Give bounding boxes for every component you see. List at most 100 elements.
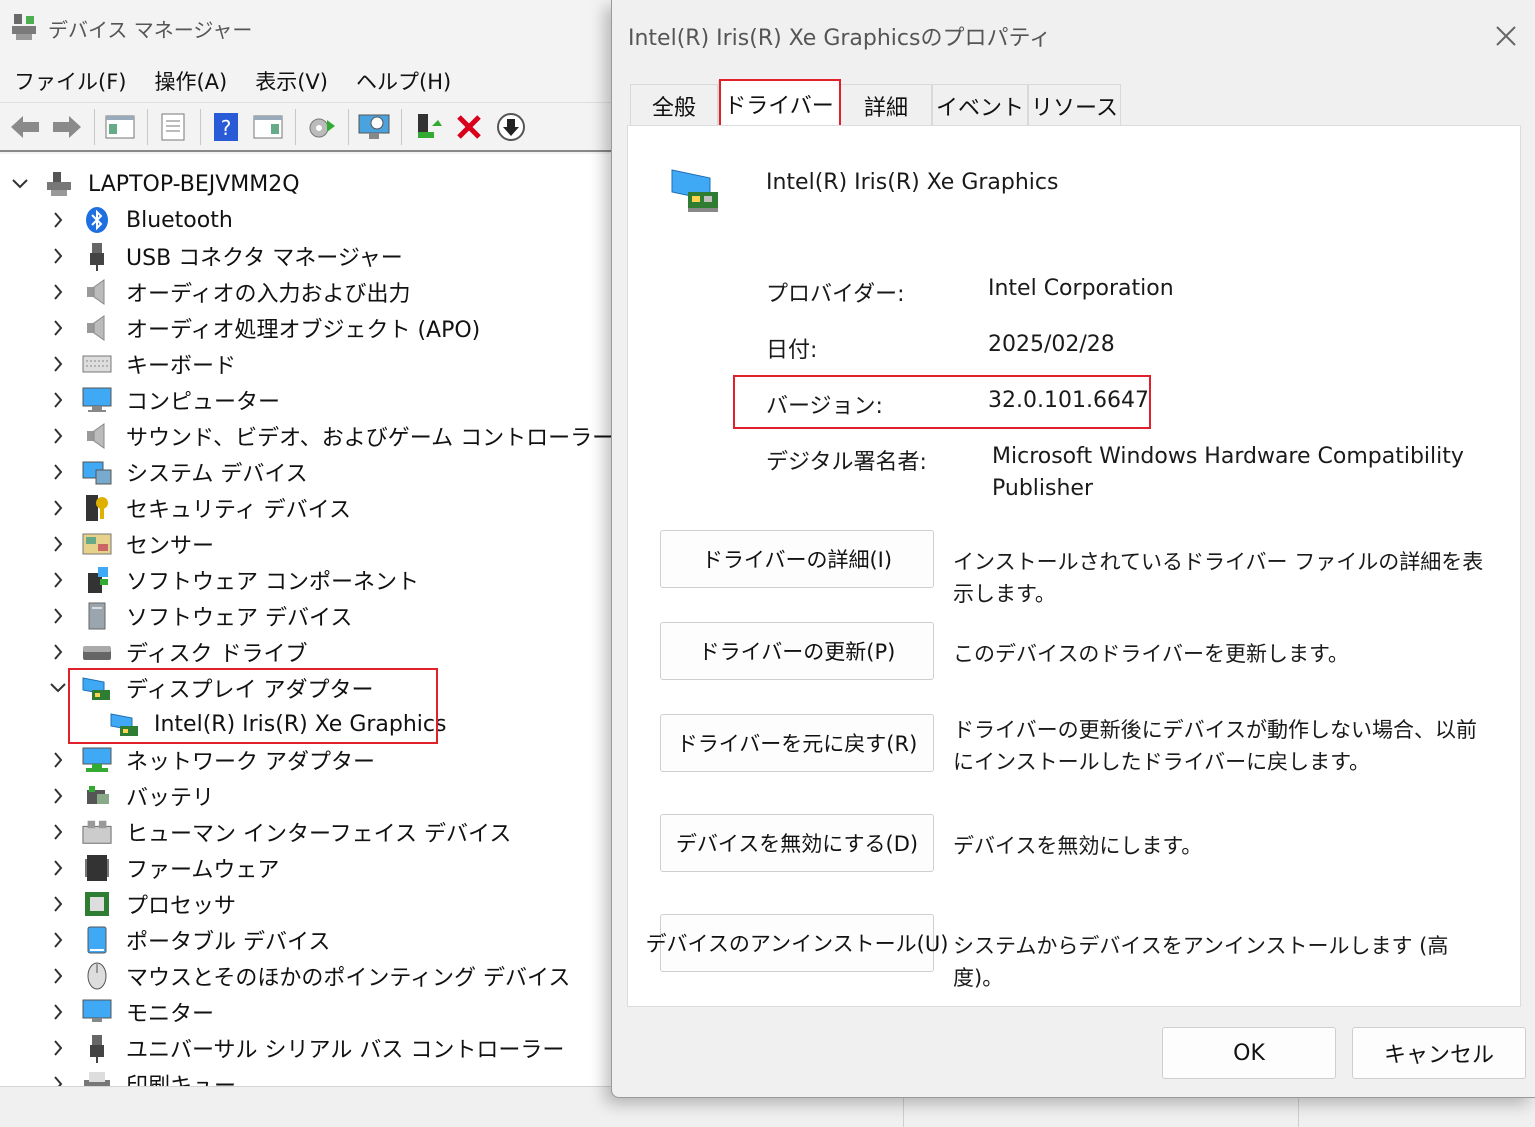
chevron-down-icon[interactable] (10, 174, 30, 194)
update-driver-button[interactable]: ドライバーの更新(P) (660, 622, 934, 680)
toolbar: ? (0, 102, 612, 152)
chevron-right-icon[interactable] (48, 426, 68, 446)
chevron-right-icon[interactable] (48, 462, 68, 482)
tree-item-label: ポータブル デバイス (126, 930, 331, 955)
help-icon[interactable]: ? (209, 110, 243, 144)
tree-item[interactable]: ポータブル デバイス (48, 922, 330, 958)
chevron-right-icon[interactable] (48, 1074, 68, 1086)
driver-tab-panel: Intel(R) Iris(R) Xe Graphics プロバイダー: Int… (627, 125, 1521, 1007)
chevron-right-icon[interactable] (48, 930, 68, 950)
uninstall-icon[interactable] (452, 110, 486, 144)
chevron-right-icon[interactable] (48, 786, 68, 806)
chevron-right-icon[interactable] (48, 894, 68, 914)
tree-item[interactable]: コンピューター (48, 382, 280, 418)
hid-icon (82, 817, 112, 847)
toolbar-separator (94, 108, 95, 145)
tree-item-label: オーディオ処理オブジェクト (APO) (126, 318, 481, 343)
chevron-right-icon[interactable] (48, 318, 68, 338)
back-icon[interactable] (8, 110, 42, 144)
signer-value-line2: Publisher (992, 476, 1093, 501)
tab-events[interactable]: イベント (932, 84, 1028, 126)
driver-details-button[interactable]: ドライバーの詳細(I) (660, 530, 934, 588)
tree-item[interactable]: サウンド、ビデオ、およびゲーム コントローラー (48, 418, 612, 454)
tab-general[interactable]: 全般 (630, 84, 718, 126)
uninstall-device-desc: システムからデバイスをアンインストールします (高度)。 (953, 934, 1449, 990)
tree-item[interactable]: センサー (48, 526, 214, 562)
chevron-right-icon[interactable] (48, 354, 68, 374)
chevron-right-icon[interactable] (48, 210, 68, 230)
tree-item[interactable]: セキュリティ デバイス (48, 490, 351, 526)
chevron-right-icon[interactable] (48, 1038, 68, 1058)
tree-item[interactable]: オーディオの入力および出力 (48, 274, 410, 310)
tree-item[interactable]: ネットワーク アダプター (48, 742, 375, 778)
tree-item[interactable]: システム デバイス (48, 454, 308, 490)
tree-item[interactable]: USB コネクタ マネージャー (48, 238, 403, 274)
tree-item-child[interactable]: Intel(R) Iris(R) Xe Graphics (96, 706, 446, 742)
rollback-driver-button[interactable]: ドライバーを元に戻す(R) (660, 714, 934, 772)
chevron-right-icon[interactable] (48, 570, 68, 590)
tree-item-label: コンピューター (126, 390, 281, 415)
tree-root[interactable]: LAPTOP-BEJVMM2Q (10, 166, 300, 202)
tree-item[interactable]: ユニバーサル シリアル バス コントローラー (48, 1030, 564, 1066)
tree-item[interactable]: キーボード (48, 346, 236, 382)
tree-item[interactable]: マウスとそのほかのポインティング デバイス (48, 958, 570, 994)
menu-help[interactable]: ヘルプ(H) (342, 58, 465, 102)
disable-icon[interactable] (494, 110, 528, 144)
tree-item[interactable]: ディスプレイ アダプター (48, 670, 373, 706)
tree-item[interactable]: ソフトウェア コンポーネント (48, 562, 419, 598)
close-icon[interactable] (1492, 22, 1520, 50)
toolbar-separator (348, 108, 349, 145)
chevron-right-icon[interactable] (48, 282, 68, 302)
monitor-scan-icon[interactable] (357, 110, 391, 144)
chevron-right-icon[interactable] (48, 642, 68, 662)
tree-item[interactable]: ファームウェア (48, 850, 279, 886)
forward-icon[interactable] (50, 110, 84, 144)
cancel-button[interactable]: キャンセル (1352, 1027, 1526, 1079)
tree-item[interactable]: バッテリ (48, 778, 214, 814)
scan-hardware-icon[interactable] (304, 110, 338, 144)
tree-item-label: モニター (126, 1002, 215, 1027)
chevron-right-icon[interactable] (48, 534, 68, 554)
chevron-right-icon[interactable] (48, 606, 68, 626)
tree-item-child-label: Intel(R) Iris(R) Xe Graphics (154, 711, 447, 737)
chevron-down-icon[interactable] (48, 678, 68, 698)
tree-item[interactable]: ソフトウェア デバイス (48, 598, 352, 634)
tree-item[interactable]: ディスク ドライブ (48, 634, 307, 670)
device-name: Intel(R) Iris(R) Xe Graphics (766, 170, 1059, 195)
tab-resources[interactable]: リソース (1028, 84, 1121, 126)
ok-button[interactable]: OK (1162, 1027, 1336, 1079)
chevron-right-icon[interactable] (48, 1002, 68, 1022)
tree-item[interactable]: ヒューマン インターフェイス デバイス (48, 814, 511, 850)
disable-device-button[interactable]: デバイスを無効にする(D) (660, 814, 934, 872)
properties-icon[interactable] (156, 110, 190, 144)
menu-file[interactable]: ファイル(F) (0, 58, 140, 102)
menu-view[interactable]: 表示(V) (241, 58, 342, 102)
chevron-right-icon[interactable] (48, 858, 68, 878)
chevron-right-icon[interactable] (48, 246, 68, 266)
toolbar-separator (401, 108, 402, 145)
tree-item[interactable]: モニター (48, 994, 214, 1030)
device-tree[interactable]: LAPTOP-BEJVMM2Q Bluetooth USB コネクタ マネージャー… (0, 154, 612, 1086)
menu-action[interactable]: 操作(A) (140, 58, 241, 102)
tree-item[interactable]: Bluetooth (48, 202, 233, 238)
svg-text:?: ? (221, 116, 232, 140)
battery-icon (82, 781, 112, 811)
console-tree-icon[interactable] (103, 110, 137, 144)
chevron-right-icon[interactable] (48, 498, 68, 518)
tree-item[interactable]: オーディオ処理オブジェクト (APO) (48, 310, 480, 346)
update-driver-icon[interactable] (410, 110, 444, 144)
chevron-right-icon[interactable] (48, 750, 68, 770)
uninstall-device-button[interactable]: デバイスのアンインストール(U) (646, 914, 948, 972)
tab-driver[interactable]: ドライバー (718, 80, 840, 126)
chevron-right-icon[interactable] (48, 966, 68, 986)
tab-details[interactable]: 詳細 (840, 84, 932, 126)
chevron-right-icon[interactable] (48, 390, 68, 410)
chevron-right-icon[interactable] (48, 822, 68, 842)
tree-item[interactable]: プロセッサ (48, 886, 236, 922)
action-pane-icon[interactable] (251, 110, 285, 144)
tree-root-label: LAPTOP-BEJVMM2Q (88, 171, 300, 197)
firmware-icon (82, 853, 112, 883)
speaker-icon (82, 313, 112, 343)
tree-item[interactable]: 印刷キュー (48, 1066, 236, 1086)
rollback-driver-desc: ドライバーの更新後にデバイスが動作しない場合、以前にインストールしたドライバーに… (953, 718, 1477, 774)
